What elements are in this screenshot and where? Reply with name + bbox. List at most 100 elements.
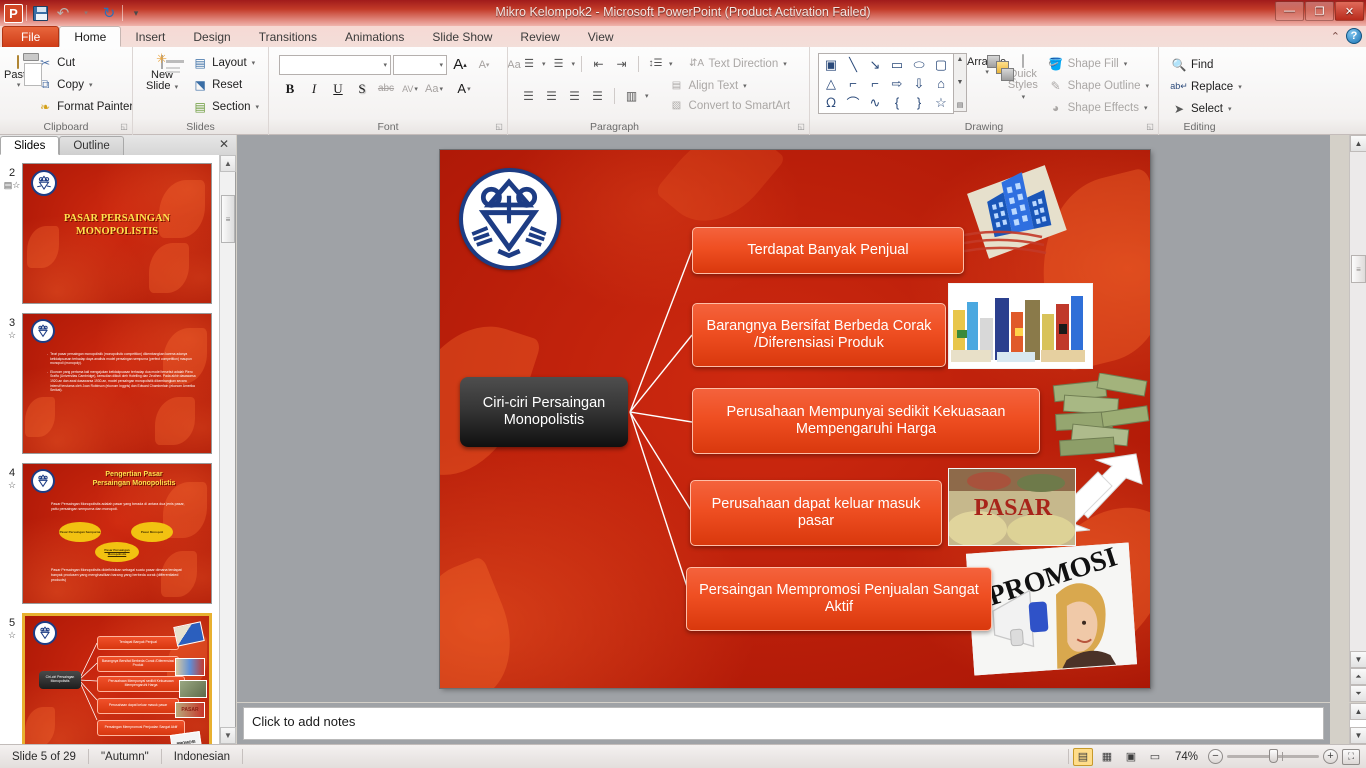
- notes-scroll-up-button[interactable]: ▲: [1350, 703, 1366, 720]
- shapes-gallery-scrollbar[interactable]: ▲ ▼ ▤: [954, 53, 967, 112]
- tab-view[interactable]: View: [574, 26, 628, 47]
- shape-arrow-icon[interactable]: ↘: [864, 55, 886, 74]
- language-indicator[interactable]: Indonesian: [162, 745, 242, 768]
- restore-button[interactable]: ❐: [1305, 1, 1334, 21]
- strikethrough-button[interactable]: abc: [375, 78, 397, 99]
- new-slide-caret-icon[interactable]: ▾: [175, 84, 179, 91]
- font-name-caret-icon[interactable]: ▾: [383, 61, 387, 69]
- shape-fill-caret-icon[interactable]: ▾: [1124, 60, 1128, 68]
- change-case-button[interactable]: Aa ▾: [423, 78, 445, 99]
- underline-button[interactable]: U: [327, 78, 349, 99]
- text-direction-caret-icon[interactable]: ▾: [783, 60, 787, 68]
- shape-outline-button[interactable]: ✎ Shape Outline ▾: [1046, 75, 1154, 96]
- bold-button[interactable]: B: [279, 78, 301, 99]
- shrink-font-button[interactable]: A ▾: [473, 54, 495, 75]
- reading-view-button[interactable]: ▣: [1121, 748, 1141, 766]
- text-shadow-button[interactable]: S: [351, 78, 373, 99]
- select-caret-icon[interactable]: ▾: [1228, 105, 1232, 113]
- tab-design[interactable]: Design: [179, 26, 244, 47]
- node-barangnya-bersifat-berbeda[interactable]: Barangnya Bersifat Berbeda Corak /Difere…: [692, 303, 946, 367]
- fit-to-window-button[interactable]: ⛶: [1342, 748, 1360, 765]
- paragraph-dialog-launcher[interactable]: ◱: [796, 122, 806, 132]
- notes-placeholder[interactable]: Click to add notes: [243, 707, 1324, 740]
- slide-editing-area[interactable]: PASAR PROMOSI Ciri-ciri Persaingan Monop…: [237, 135, 1330, 702]
- numbering-button[interactable]: ☰: [548, 53, 569, 74]
- copy-caret-icon[interactable]: ▾: [89, 81, 93, 89]
- zoom-level[interactable]: 74%: [1169, 745, 1204, 768]
- shapes-gallery[interactable]: ▣ ╲ ↘ ▭ ⬭ ▢ △ ⌐ ⌐ ⇨ ⇩ ⌂ ᘯ ⌒ ∿ { } ☆: [818, 53, 954, 114]
- pane-scroll-up-button[interactable]: ▲: [220, 155, 236, 172]
- find-button[interactable]: 🔍 Find: [1169, 54, 1247, 75]
- zoom-out-button[interactable]: −: [1208, 749, 1223, 764]
- font-size-caret-icon[interactable]: ▾: [439, 61, 443, 69]
- replace-button[interactable]: ab↵ Replace ▾: [1169, 76, 1247, 97]
- decrease-indent-button[interactable]: ⇤: [588, 53, 609, 74]
- slides-pane-scrollbar[interactable]: ▲ ≡ ▼: [219, 155, 236, 744]
- columns-button[interactable]: ▥: [621, 85, 642, 106]
- thumbnail-slide-4[interactable]: 4 ☆ Pengertian Pasar Persaingan Monopoli…: [0, 463, 220, 604]
- thumbnail-slide-3[interactable]: 3 ☆ - Teori pasar persaingan monopolisti…: [0, 313, 220, 454]
- ribbon-help-area[interactable]: ⌃ ?: [1331, 26, 1362, 46]
- increase-indent-button[interactable]: ⇥: [611, 53, 632, 74]
- shape-curve-icon[interactable]: ⌒: [842, 93, 864, 112]
- thumbnail-canvas-selected[interactable]: Ciri-ciri Persaingan Monopolistis Terdap…: [22, 613, 212, 744]
- bullets-caret-icon[interactable]: ▾: [542, 60, 546, 68]
- current-slide[interactable]: PASAR PROMOSI Ciri-ciri Persaingan Monop…: [440, 150, 1150, 688]
- line-spacing-caret-icon[interactable]: ▾: [669, 60, 673, 68]
- thumbnail-slide-2[interactable]: 2 ▤☆ PASAR PERSAINGAN MONOPOLISTIS: [0, 163, 220, 304]
- notes-pane[interactable]: Click to add notes: [237, 703, 1330, 744]
- slide-scroll-down-button[interactable]: ▼: [1350, 651, 1366, 668]
- character-spacing-button[interactable]: AV ▾: [399, 78, 421, 99]
- slide-scroll-up-button[interactable]: ▲: [1350, 135, 1366, 152]
- tab-slides[interactable]: Slides: [0, 136, 60, 155]
- center-node[interactable]: Ciri-ciri Persaingan Monopolistis: [460, 377, 628, 447]
- shape-effects-caret-icon[interactable]: ▾: [1144, 104, 1148, 112]
- shape-oval-icon[interactable]: ⬭: [908, 55, 930, 74]
- shape-star-icon[interactable]: ☆: [930, 93, 952, 112]
- clipboard-dialog-launcher[interactable]: ◱: [119, 122, 129, 132]
- bullets-button[interactable]: ☰: [518, 53, 539, 74]
- section-caret-icon[interactable]: ▾: [255, 103, 259, 111]
- shape-fill-button[interactable]: 🪣 Shape Fill ▾: [1046, 53, 1154, 74]
- slide-sorter-button[interactable]: ▦: [1097, 748, 1117, 766]
- select-button[interactable]: ➤ Select ▾: [1169, 98, 1247, 119]
- tab-insert[interactable]: Insert: [121, 26, 179, 47]
- ribbon-tab-strip[interactable]: File Home Insert Design Transitions Anim…: [0, 26, 1366, 47]
- shape-down-arrow-icon[interactable]: ⇩: [908, 74, 930, 93]
- shape-cloud-icon[interactable]: ⌂: [930, 74, 952, 93]
- slide-thumbnail-list[interactable]: 2 ▤☆ PASAR PERSAINGAN MONOPOLISTIS 3 ☆ -…: [0, 155, 220, 744]
- theme-name[interactable]: "Autumn": [89, 745, 161, 768]
- shape-wave-icon[interactable]: ∿: [864, 93, 886, 112]
- slide-show-button[interactable]: ▭: [1145, 748, 1165, 766]
- shape-effects-button[interactable]: ◕ Shape Effects ▾: [1046, 97, 1154, 118]
- tab-slide-show[interactable]: Slide Show: [418, 26, 506, 47]
- convert-to-smartart-button[interactable]: ▧ Convert to SmartArt: [667, 96, 796, 115]
- close-button[interactable]: ✕: [1335, 1, 1364, 21]
- arrange-caret-icon[interactable]: ▾: [985, 68, 989, 76]
- font-size-input[interactable]: ▾: [393, 54, 447, 75]
- columns-caret-icon[interactable]: ▾: [645, 92, 649, 100]
- section-button[interactable]: ▤ Section ▾: [190, 96, 264, 117]
- text-direction-button[interactable]: ⇵A Text Direction ▾: [687, 53, 792, 74]
- shape-elbow-arrow-icon[interactable]: ⌐: [864, 74, 886, 93]
- notes-scrollbar[interactable]: ▲ ▼: [1349, 703, 1366, 744]
- copy-button[interactable]: ⧉ Copy ▾: [35, 74, 138, 95]
- minimize-ribbon-icon[interactable]: ⌃: [1331, 30, 1340, 43]
- slides-pane-tabs[interactable]: Slides Outline: [0, 135, 236, 155]
- shape-outline-caret-icon[interactable]: ▾: [1145, 82, 1149, 90]
- shape-triangle-icon[interactable]: △: [820, 74, 842, 93]
- help-icon[interactable]: ?: [1346, 28, 1362, 44]
- tab-home[interactable]: Home: [59, 26, 122, 47]
- thumbnail-canvas[interactable]: PASAR PERSAINGAN MONOPOLISTIS: [22, 163, 212, 304]
- line-spacing-button[interactable]: ↕☰: [645, 53, 666, 74]
- shape-textbox-icon[interactable]: ▣: [820, 55, 842, 74]
- tab-transitions[interactable]: Transitions: [245, 26, 331, 47]
- thumbnail-canvas[interactable]: - Teori pasar persaingan monopolistik (m…: [22, 313, 212, 454]
- layout-button[interactable]: ▤ Layout ▾: [190, 52, 264, 73]
- paste-button[interactable]: Paste ▾: [4, 52, 32, 89]
- tab-outline[interactable]: Outline: [59, 136, 124, 155]
- gallery-expand-icon[interactable]: ▤: [957, 101, 964, 109]
- next-slide-button[interactable]: ⏷: [1350, 685, 1366, 702]
- close-pane-icon[interactable]: ✕: [219, 137, 229, 151]
- thumbnail-slide-5[interactable]: 5 ☆ Ciri-ciri Persaingan Monopolistis Te…: [0, 613, 220, 744]
